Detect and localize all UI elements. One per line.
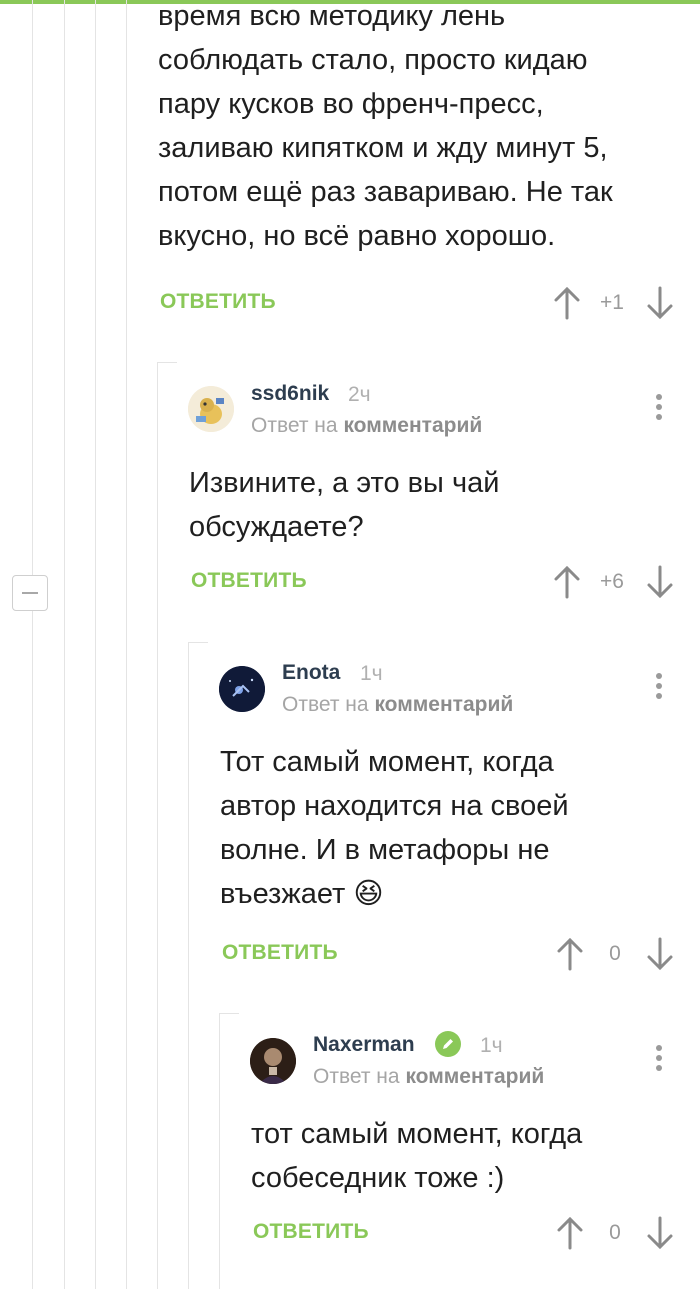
thread-line [126,0,127,1289]
upvote-arrow-icon[interactable] [553,286,581,320]
laughing-emoji: 😆 [353,878,384,910]
comment-time: 1ч [360,662,383,685]
thread-line [157,362,158,1289]
comment-score: +1 [600,291,624,314]
comment-text-line: обсуждаете? [189,511,364,543]
avatar[interactable] [219,666,265,712]
more-options-icon[interactable] [654,394,664,424]
author-name[interactable]: Naxerman [313,1033,415,1057]
comment-text: тот самый момент, когда собеседник тоже … [251,1112,681,1200]
reply-button[interactable]: ОТВЕТИТЬ [160,290,276,314]
comment-text-line: пару кусков во френч-пресс, [158,88,544,120]
reply-button[interactable]: ОТВЕТИТЬ [253,1220,369,1244]
reply-to-info: Ответ на комментарий [282,693,513,717]
reply-button[interactable]: ОТВЕТИТЬ [191,569,307,593]
comment-text: Извините, а это вы чай обсуждаете? [189,461,669,549]
comment-score: 0 [609,1221,621,1244]
comment-text: время всю методику лень соблюдать стало,… [158,0,678,258]
thread-line [32,0,33,1289]
comment-text-line: Извините, а это вы чай [189,467,500,499]
author-name[interactable]: Enota [282,661,340,685]
downvote-arrow-icon[interactable] [646,286,674,320]
reply-to-link[interactable]: комментарий [343,414,482,437]
comment-text-line: тот самый момент, когда [251,1118,583,1150]
comment-text-line: заливаю кипятком и жду минут 5, [158,132,608,164]
verified-pencil-icon [435,1031,461,1057]
comment-text-line: время всю методику лень [158,0,506,32]
comment-text-line: автор находится на своей [220,790,569,822]
reply-to-link[interactable]: комментарий [405,1065,544,1088]
author-name[interactable]: ssd6nik [251,382,329,406]
upvote-arrow-icon[interactable] [553,565,581,599]
comment-time: 1ч [480,1034,503,1057]
more-options-icon[interactable] [654,673,664,703]
avatar[interactable] [250,1038,296,1084]
more-options-icon[interactable] [654,1045,664,1075]
comment-score: +6 [600,570,624,593]
thread-line [188,642,189,1289]
comment-text-line: Тот самый момент, когда [220,746,554,778]
thread-branch [188,642,208,643]
comment-text-line: потом ещё раз завариваю. Не так [158,176,613,208]
reply-to-prefix: Ответ на [282,693,369,716]
comment-text-line: соблюдать стало, просто кидаю [158,44,588,76]
thread-line [64,0,65,1289]
comment-text: Тот самый момент, когда автор находится … [220,740,680,916]
reply-to-info: Ответ на комментарий [251,414,482,438]
comment-text-line: въезжает 😆 [220,872,680,916]
comment-text-line: вкусно, но всё равно хорошо. [158,220,556,252]
thread-branch [157,362,177,363]
downvote-arrow-icon[interactable] [646,565,674,599]
thread-branch [219,1013,239,1014]
thread-line [219,1013,220,1289]
reply-to-info: Ответ на комментарий [313,1065,544,1089]
reply-to-prefix: Ответ на [251,414,338,437]
upvote-arrow-icon[interactable] [556,1216,584,1250]
comment-text-fragment: въезжает [220,878,346,910]
downvote-arrow-icon[interactable] [646,937,674,971]
downvote-arrow-icon[interactable] [646,1216,674,1250]
thread-line [95,0,96,1289]
collapse-thread-button[interactable] [12,575,48,611]
comment-score: 0 [609,942,621,965]
comment-text-line: собеседник тоже :) [251,1162,505,1194]
reply-to-prefix: Ответ на [313,1065,400,1088]
avatar[interactable] [188,386,234,432]
reply-button[interactable]: ОТВЕТИТЬ [222,941,338,965]
upvote-arrow-icon[interactable] [556,937,584,971]
comment-time: 2ч [348,383,371,406]
comment-text-line: волне. И в метафоры не [220,834,550,866]
reply-to-link[interactable]: комментарий [374,693,513,716]
